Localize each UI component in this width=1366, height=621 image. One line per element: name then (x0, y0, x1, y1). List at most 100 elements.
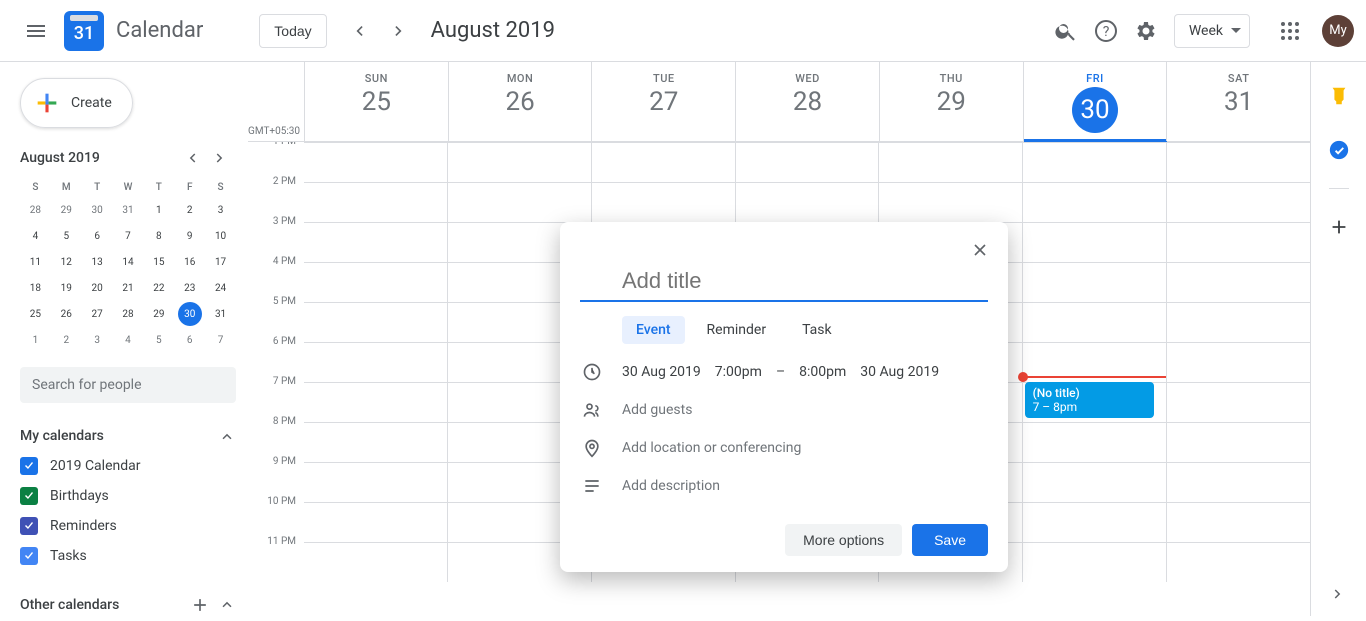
close-button[interactable] (964, 234, 996, 266)
main-menu-button[interactable] (12, 7, 60, 55)
prev-week-button[interactable] (339, 11, 379, 51)
time-slot[interactable] (304, 503, 447, 542)
mini-day[interactable]: 9 (178, 224, 202, 248)
mini-day[interactable]: 4 (116, 328, 140, 352)
calendar-item[interactable]: 2019 Calendar (20, 451, 236, 481)
time-slot[interactable] (1022, 223, 1166, 262)
add-guests-field[interactable]: Add guests (622, 402, 692, 418)
time-slot[interactable] (1166, 303, 1310, 342)
time-slot[interactable] (304, 543, 447, 582)
account-avatar[interactable]: My (1322, 15, 1354, 47)
mini-day[interactable]: 17 (209, 250, 233, 274)
time-slot[interactable] (735, 143, 879, 182)
mini-day[interactable]: 15 (147, 250, 171, 274)
time-slot[interactable] (304, 223, 447, 262)
checkbox-icon[interactable] (20, 487, 38, 505)
add-description-field[interactable]: Add description (622, 478, 720, 494)
next-week-button[interactable] (379, 11, 419, 51)
mini-day[interactable]: 22 (147, 276, 171, 300)
day-header[interactable]: WED28 (735, 62, 879, 141)
day-header[interactable]: FRI30 (1023, 62, 1167, 141)
today-button[interactable]: Today (259, 14, 326, 48)
time-slot[interactable] (878, 143, 1022, 182)
mini-day[interactable]: 23 (178, 276, 202, 300)
day-header[interactable]: SAT31 (1166, 62, 1310, 141)
create-button[interactable]: Create (20, 78, 133, 128)
collapse-panel[interactable] (1326, 582, 1350, 606)
mini-day[interactable]: 26 (54, 302, 78, 326)
calendar-item[interactable]: Reminders (20, 511, 236, 541)
time-slot[interactable] (304, 463, 447, 502)
google-apps-button[interactable] (1270, 11, 1310, 51)
search-button[interactable] (1046, 11, 1086, 51)
mini-day[interactable]: 7 (209, 328, 233, 352)
event-title-input[interactable] (580, 262, 988, 302)
event-time[interactable]: 30 Aug 2019 7:00pm – 8:00pm 30 Aug 2019 (622, 364, 939, 380)
compose-tab-reminder[interactable]: Reminder (693, 316, 781, 344)
time-slot[interactable] (1166, 543, 1310, 582)
app-logo[interactable]: 31 Calendar (64, 11, 203, 51)
mini-day[interactable]: 1 (23, 328, 47, 352)
mini-day[interactable]: 1 (147, 198, 171, 222)
keep-addon[interactable] (1319, 76, 1359, 116)
checkbox-icon[interactable] (20, 457, 38, 475)
time-slot[interactable] (1166, 343, 1310, 382)
mini-day[interactable]: 5 (147, 328, 171, 352)
time-slot[interactable] (1166, 263, 1310, 302)
time-slot[interactable] (1022, 183, 1166, 222)
mini-day[interactable]: 25 (23, 302, 47, 326)
support-button[interactable]: ? (1086, 11, 1126, 51)
mini-cal-prev[interactable] (180, 146, 204, 170)
save-button[interactable]: Save (912, 524, 988, 556)
time-slot[interactable] (1022, 543, 1166, 582)
time-slot[interactable] (304, 303, 447, 342)
mini-day[interactable]: 4 (23, 224, 47, 248)
time-slot[interactable] (304, 423, 447, 462)
time-slot[interactable] (1022, 263, 1166, 302)
time-slot[interactable] (591, 183, 735, 222)
mini-day[interactable]: 31 (209, 302, 233, 326)
mini-day[interactable]: 27 (85, 302, 109, 326)
mini-day[interactable]: 20 (85, 276, 109, 300)
time-slot[interactable] (1022, 143, 1166, 182)
compose-tab-event[interactable]: Event (622, 316, 685, 344)
mini-day[interactable]: 28 (116, 302, 140, 326)
mini-day[interactable]: 3 (209, 198, 233, 222)
time-slot[interactable] (304, 383, 447, 422)
mini-cal-next[interactable] (208, 146, 232, 170)
my-calendars-toggle[interactable]: My calendars (20, 421, 236, 451)
mini-day[interactable]: 6 (178, 328, 202, 352)
mini-day[interactable]: 30 (178, 302, 202, 326)
mini-day[interactable]: 2 (54, 328, 78, 352)
checkbox-icon[interactable] (20, 547, 38, 565)
mini-day[interactable]: 29 (54, 198, 78, 222)
time-slot[interactable] (304, 183, 447, 222)
time-slot[interactable] (1022, 503, 1166, 542)
time-slot[interactable] (878, 183, 1022, 222)
time-slot[interactable] (304, 343, 447, 382)
search-people-input[interactable]: Search for people (20, 367, 236, 403)
tasks-addon[interactable] (1319, 130, 1359, 170)
time-slot[interactable] (1022, 463, 1166, 502)
more-options-button[interactable]: More options (785, 524, 902, 556)
time-slot[interactable] (1022, 343, 1166, 382)
time-slot[interactable] (1022, 423, 1166, 462)
day-header[interactable]: SUN25 (304, 62, 448, 141)
view-switcher[interactable]: Week (1174, 14, 1250, 48)
mini-day[interactable]: 8 (147, 224, 171, 248)
mini-day[interactable]: 19 (54, 276, 78, 300)
mini-day[interactable]: 24 (209, 276, 233, 300)
calendar-item[interactable]: Birthdays (20, 481, 236, 511)
time-slot[interactable] (1166, 463, 1310, 502)
day-header[interactable]: MON26 (448, 62, 592, 141)
mini-day[interactable]: 3 (85, 328, 109, 352)
time-slot[interactable] (1166, 503, 1310, 542)
time-slot[interactable] (735, 183, 879, 222)
mini-day[interactable]: 30 (85, 198, 109, 222)
time-slot[interactable] (1166, 143, 1310, 182)
add-location-field[interactable]: Add location or conferencing (622, 440, 801, 456)
time-slot[interactable] (1166, 423, 1310, 462)
plus-icon[interactable] (190, 595, 210, 615)
mini-day[interactable]: 29 (147, 302, 171, 326)
day-header[interactable]: THU29 (879, 62, 1023, 141)
